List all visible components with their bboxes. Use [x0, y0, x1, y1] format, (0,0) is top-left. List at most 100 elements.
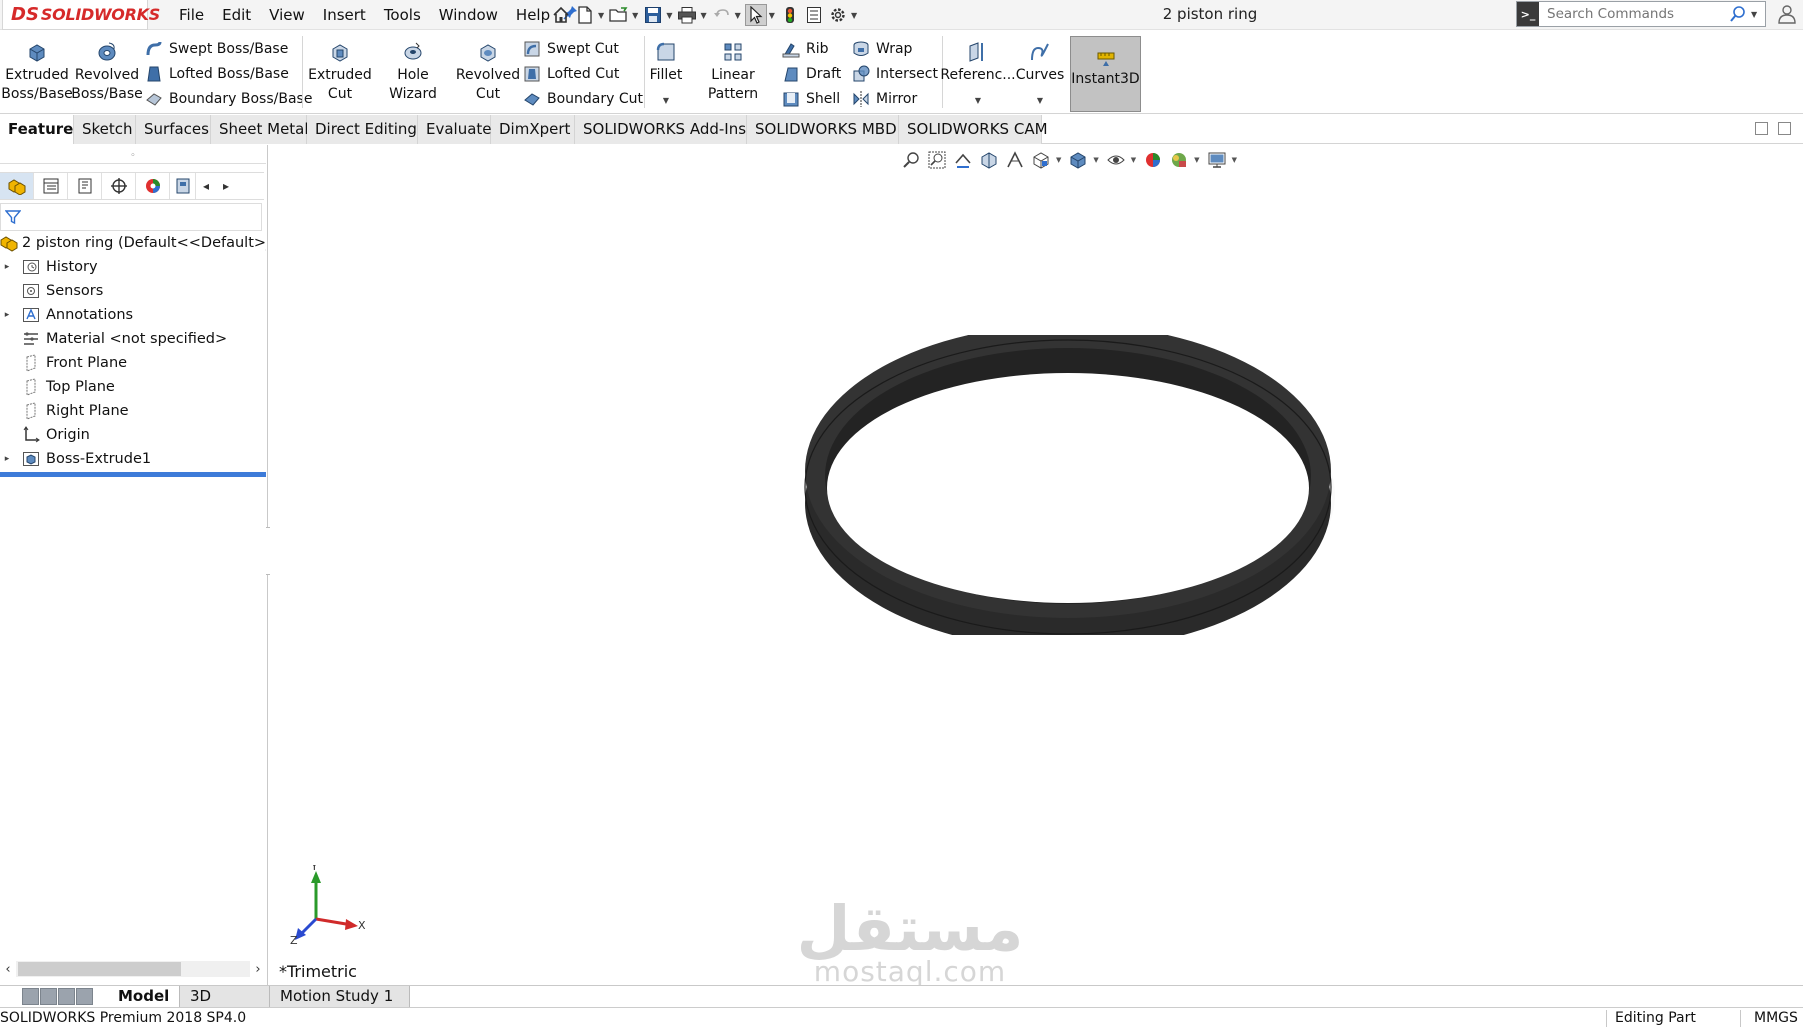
next-tab-icon[interactable] [58, 988, 75, 1005]
new-document-icon[interactable] [574, 4, 596, 26]
intersect-button[interactable]: Intersect [852, 63, 938, 85]
menu-tools[interactable]: Tools [375, 0, 430, 30]
menu-edit[interactable]: Edit [213, 0, 260, 30]
configuration-manager-tab-icon[interactable] [68, 173, 102, 199]
edit-appearance-icon[interactable] [1142, 149, 1164, 171]
menu-window[interactable]: Window [430, 0, 507, 30]
extruded-cut-button[interactable]: Extruded Cut [308, 34, 372, 104]
property-manager-tab-icon[interactable] [34, 173, 68, 199]
collapse-panel-icon[interactable] [1755, 122, 1768, 135]
graphics-area[interactable]: ▼ ▼ ▼ ▼ ▼ Y X Z *Trimetric مستقل mostaql… [270, 145, 1803, 987]
dimxpert-manager-tab-icon[interactable] [102, 173, 136, 199]
mirror-button[interactable]: Mirror [852, 88, 917, 110]
menu-file[interactable]: File [170, 0, 213, 30]
apply-scene-icon[interactable] [1168, 149, 1190, 171]
search-icon[interactable] [1725, 2, 1751, 26]
open-folder-icon[interactable] [608, 4, 630, 26]
display-manager-tab-icon[interactable] [136, 173, 170, 199]
filter-icon[interactable] [5, 209, 21, 225]
options-dropdown-icon[interactable]: ▼ [851, 11, 857, 20]
hide-show-items-icon[interactable] [1105, 149, 1127, 171]
expand-arrow-icon[interactable]: ▸ [0, 262, 14, 272]
tab-3d-views[interactable]: 3D Views [180, 986, 270, 1025]
options-gear-icon[interactable] [827, 4, 849, 26]
instant3d-button[interactable]: Instant3D [1070, 36, 1141, 112]
previous-tab-icon[interactable] [40, 988, 57, 1005]
fillet-dropdown-icon[interactable]: ▼ [663, 95, 669, 107]
search-dropdown-icon[interactable]: ▼ [1751, 10, 1765, 19]
tab-solidworks-cam[interactable]: SOLIDWORKS CAM [899, 115, 1048, 144]
view-orientation-icon[interactable] [1030, 149, 1052, 171]
select-dropdown-icon[interactable]: ▼ [769, 11, 775, 20]
user-account-icon[interactable] [1776, 3, 1798, 25]
tree-item-right-plane[interactable]: Right Plane [0, 399, 266, 423]
print-icon[interactable] [676, 4, 698, 26]
swept-cut-button[interactable]: Swept Cut [523, 38, 619, 60]
select-cursor-icon[interactable] [744, 4, 767, 26]
tab-model[interactable]: Model [108, 986, 180, 1007]
display-style-dropdown-icon[interactable]: ▼ [1093, 156, 1098, 164]
tab-solidworks-add-ins[interactable]: SOLIDWORKS Add-Ins [575, 115, 747, 144]
previous-view-icon[interactable] [952, 149, 974, 171]
section-view-icon[interactable] [978, 149, 1000, 171]
boundary-cut-button[interactable]: Boundary Cut [523, 88, 643, 110]
lofted-boss-button[interactable]: Lofted Boss/Base [145, 63, 289, 85]
file-properties-icon[interactable] [803, 4, 825, 26]
extruded-boss-button[interactable]: Extruded Boss/Base [1, 34, 73, 104]
revolved-boss-button[interactable]: Revolved Boss/Base [71, 34, 143, 104]
zoom-to-area-icon[interactable] [926, 149, 948, 171]
rollback-bar[interactable] [0, 472, 266, 477]
boundary-boss-button[interactable]: Boundary Boss/Base [145, 88, 312, 110]
solidworks-logo[interactable]: DS SOLIDWORKS [2, 0, 160, 30]
tree-item-material[interactable]: Material <not specified> [0, 327, 266, 351]
pane-grip-handle[interactable]: ◦ [0, 148, 266, 164]
tab-direct-editing[interactable]: Direct Editing [307, 115, 418, 144]
save-icon[interactable] [642, 4, 664, 26]
rebuild-icon[interactable] [779, 4, 801, 26]
tab-evaluate[interactable]: Evaluate [418, 115, 492, 144]
command-prompt-icon[interactable]: >_ [1517, 2, 1539, 26]
tab-dimxpert[interactable]: DimXpert [491, 115, 575, 144]
search-input[interactable] [1539, 6, 1725, 22]
tab-features[interactable]: Features [0, 115, 82, 144]
apply-scene-dropdown-icon[interactable]: ▼ [1194, 156, 1199, 164]
open-dropdown-icon[interactable]: ▼ [632, 11, 638, 20]
expand-arrow-icon[interactable]: ▸ [0, 454, 14, 464]
feature-manager-tab-icon[interactable] [0, 173, 34, 199]
shell-button[interactable]: Shell [782, 88, 840, 110]
hide-show-dropdown-icon[interactable]: ▼ [1131, 156, 1136, 164]
wrap-button[interactable]: Wrap [852, 38, 912, 60]
tab-surfaces[interactable]: Surfaces [136, 115, 211, 144]
tree-item-sensors[interactable]: Sensors [0, 279, 266, 303]
undo-dropdown-icon[interactable]: ▼ [735, 11, 741, 20]
new-dropdown-icon[interactable]: ▼ [598, 11, 604, 20]
tabs-scroll-right-icon[interactable]: ▸ [216, 173, 236, 199]
lofted-cut-button[interactable]: Lofted Cut [523, 63, 619, 85]
linear-pattern-button[interactable]: Linear Pattern ▼ [688, 34, 778, 126]
tree-root-part[interactable]: 2 piston ring (Default<<Default>_Di [0, 231, 266, 255]
revolved-cut-button[interactable]: Revolved Cut [455, 34, 521, 104]
scroll-thumb[interactable] [18, 962, 181, 976]
tree-item-front-plane[interactable]: Front Plane [0, 351, 266, 375]
save-dropdown-icon[interactable]: ▼ [666, 11, 672, 20]
curves-button[interactable]: Curves ▼ [1014, 34, 1066, 107]
fillet-button[interactable]: Fillet ▼ [648, 34, 684, 107]
print-dropdown-icon[interactable]: ▼ [700, 11, 706, 20]
menu-view[interactable]: View [260, 0, 314, 30]
hole-wizard-button[interactable]: Hole Wizard ▼ [373, 34, 453, 126]
scroll-left-icon[interactable]: ‹ [0, 962, 16, 977]
tabs-scroll-left-icon[interactable]: ◂ [196, 173, 216, 199]
view-orientation-dropdown-icon[interactable]: ▼ [1056, 156, 1061, 164]
expand-arrow-icon[interactable]: ▸ [0, 310, 14, 320]
tree-item-annotations[interactable]: ▸ Annotations [0, 303, 266, 327]
menu-insert[interactable]: Insert [314, 0, 375, 30]
home-icon[interactable] [550, 4, 572, 26]
rib-button[interactable]: Rib [782, 38, 829, 60]
reference-geometry-button[interactable]: Referenc... ▼ [940, 34, 1016, 107]
scroll-right-icon[interactable]: › [250, 962, 266, 977]
cam-manager-tab-icon[interactable] [170, 173, 196, 199]
reference-dropdown-icon[interactable]: ▼ [975, 95, 981, 107]
tab-solidworks-mbd[interactable]: SOLIDWORKS MBD [747, 115, 899, 144]
curves-dropdown-icon[interactable]: ▼ [1037, 95, 1043, 107]
display-style-icon[interactable] [1067, 149, 1089, 171]
